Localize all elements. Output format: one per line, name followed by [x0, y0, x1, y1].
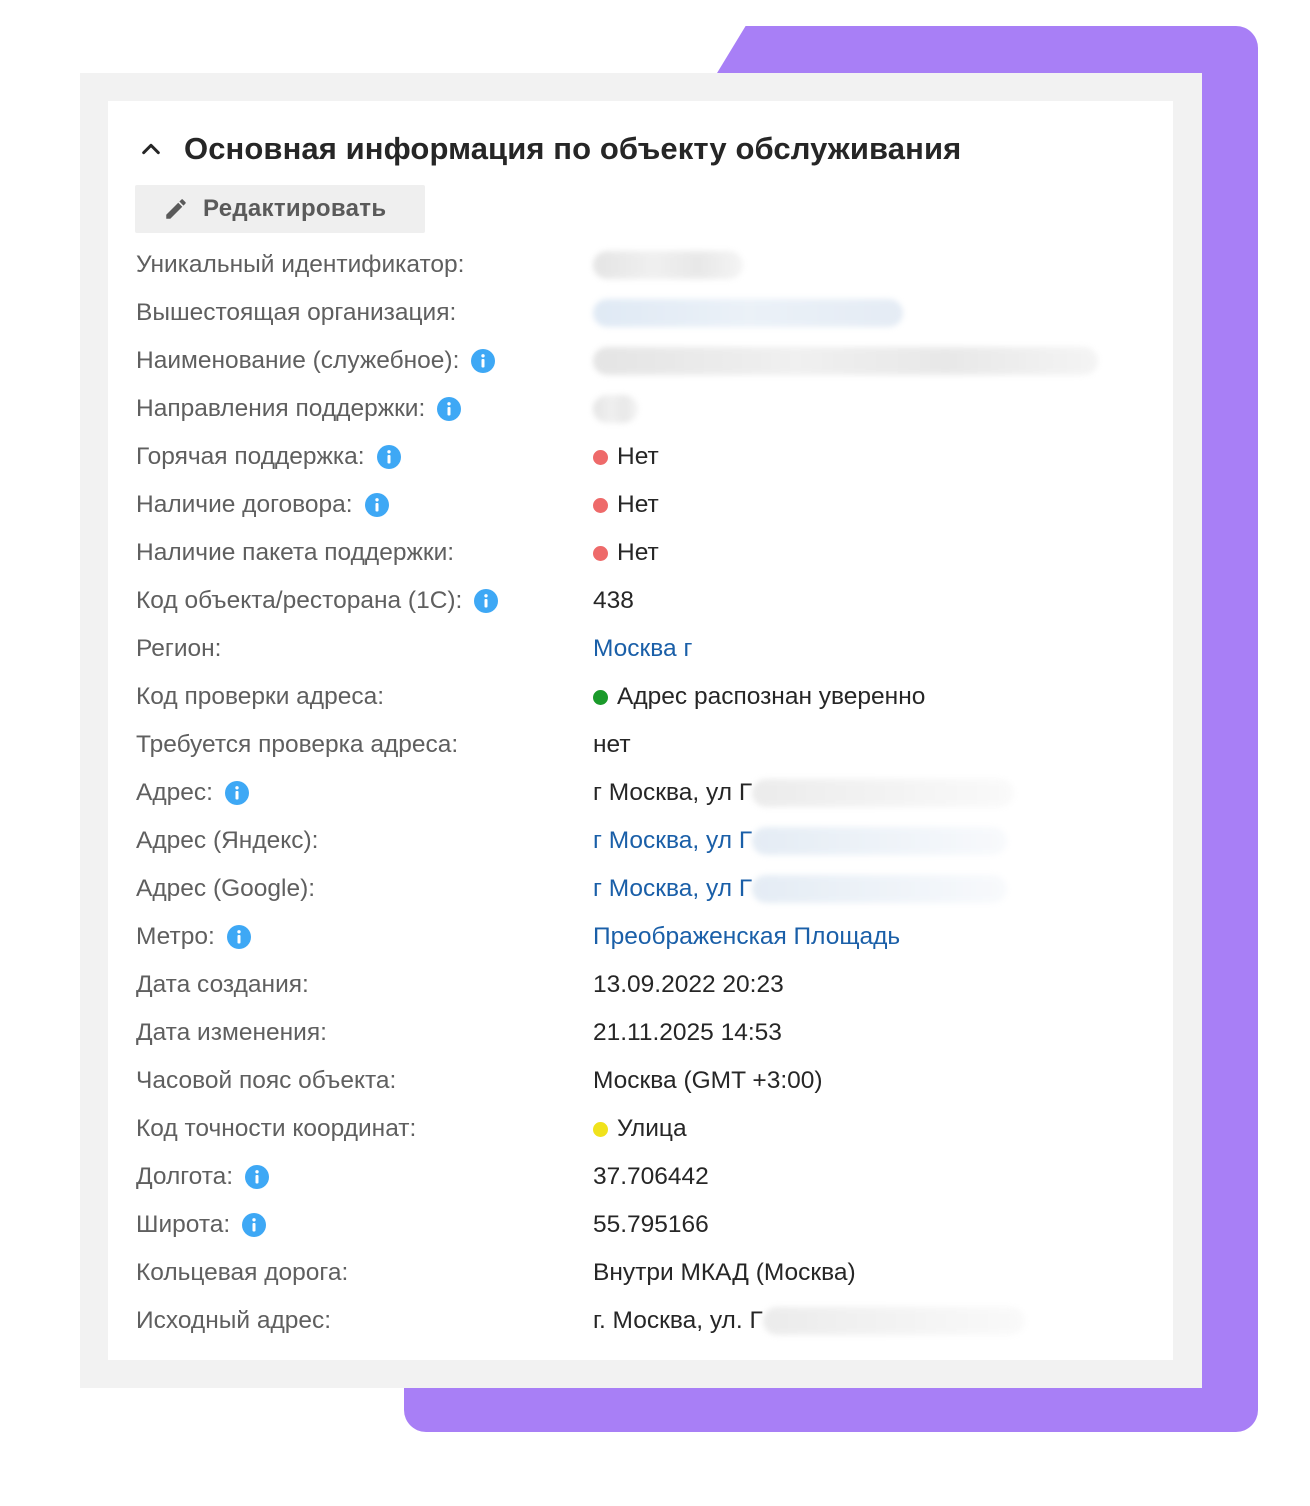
field-label: Код проверки адреса:	[136, 683, 385, 710]
field-label: Код точности координат:	[136, 1115, 417, 1142]
address-google-link[interactable]: г Москва, ул Г	[593, 875, 1008, 903]
field-row-contract: Наличие договора: Нет	[136, 481, 1136, 529]
field-row-region: Регион: Москва г	[136, 625, 1136, 673]
field-label: Широта:	[136, 1211, 267, 1239]
field-label: Наличие пакета поддержки:	[136, 539, 455, 566]
field-value: 55.795166	[593, 1211, 709, 1238]
status-dot-yellow	[593, 1121, 608, 1137]
field-value: Нет	[593, 539, 659, 567]
edit-button[interactable]: Редактировать	[135, 185, 425, 233]
field-value: Улица	[593, 1115, 687, 1143]
pencil-icon	[166, 199, 186, 219]
field-label: Адрес (Google):	[136, 875, 316, 902]
field-row-uid: Уникальный идентификатор:	[136, 241, 1136, 289]
status-dot-red	[593, 545, 608, 561]
info-icon[interactable]	[471, 349, 496, 373]
field-row-address: Адрес: г Москва, ул Г	[136, 769, 1136, 817]
info-icon[interactable]	[376, 445, 401, 469]
field-label: Дата изменения:	[136, 1019, 327, 1046]
section-title: Основная информация по объекту обслужива…	[184, 131, 962, 166]
field-row-address-google: Адрес (Google): г Москва, ул Г	[136, 865, 1136, 913]
address-yandex-link[interactable]: г Москва, ул Г	[593, 827, 1008, 855]
field-label: Долгота:	[136, 1163, 270, 1191]
status-dot-red	[593, 449, 608, 465]
region-link[interactable]: Москва г	[593, 635, 692, 663]
field-value: 438	[593, 587, 634, 614]
field-value: Нет	[593, 443, 659, 471]
parent-org-link[interactable]	[593, 299, 903, 327]
field-value: 37.706442	[593, 1163, 709, 1190]
field-label: Код объекта/ресторана (1С):	[136, 587, 499, 615]
field-label: Исходный адрес:	[136, 1307, 332, 1334]
field-value: 13.09.2022 20:23	[593, 971, 784, 998]
field-row-modified: Дата изменения: 21.11.2025 14:53	[136, 1009, 1136, 1057]
field-value: Внутри МКАД (Москва)	[593, 1259, 856, 1286]
field-row-latitude: Широта: 55.795166	[136, 1201, 1136, 1249]
field-label: Часовой пояс объекта:	[136, 1067, 397, 1094]
field-row-longitude: Долгота: 37.706442	[136, 1153, 1136, 1201]
field-label: Требуется проверка адреса:	[136, 731, 459, 758]
field-value: г. Москва, ул. Г	[593, 1307, 1025, 1335]
field-row-parent-org: Вышестоящая организация:	[136, 289, 1136, 337]
field-row-precision: Код точности координат: Улица	[136, 1105, 1136, 1153]
field-label: Вышестоящая организация:	[136, 299, 457, 326]
status-dot-red	[593, 497, 608, 513]
info-icon[interactable]	[245, 1165, 270, 1189]
status-dot-green	[593, 689, 608, 705]
field-value-redacted	[593, 347, 1098, 375]
field-row-package: Наличие пакета поддержки: Нет	[136, 529, 1136, 577]
field-label: Регион:	[136, 635, 222, 662]
field-label: Уникальный идентификатор:	[136, 251, 465, 278]
field-label: Адрес:	[136, 779, 249, 807]
field-value-redacted	[593, 251, 743, 279]
field-row-address-yandex: Адрес (Яндекс): г Москва, ул Г	[136, 817, 1136, 865]
field-label: Направления поддержки:	[136, 395, 462, 423]
info-icon[interactable]	[364, 493, 389, 517]
info-icon[interactable]	[242, 1213, 267, 1237]
field-label: Кольцевая дорога:	[136, 1259, 349, 1286]
field-row-metro: Метро: Преображенская Площадь	[136, 913, 1136, 961]
field-label: Наличие договора:	[136, 491, 389, 519]
field-value: нет	[593, 731, 631, 758]
field-row-hot-support: Горячая поддержка: Нет	[136, 433, 1136, 481]
field-row-name: Наименование (служебное):	[136, 337, 1136, 385]
field-row-directions: Направления поддержки:	[136, 385, 1136, 433]
section-header: Основная информация по объекту обслужива…	[136, 124, 961, 174]
field-row-created: Дата создания: 13.09.2022 20:23	[136, 961, 1136, 1009]
field-label: Горячая поддержка:	[136, 443, 401, 471]
info-icon[interactable]	[474, 589, 499, 613]
info-icon[interactable]	[437, 397, 462, 421]
edit-button-label: Редактировать	[203, 195, 387, 222]
field-list: Уникальный идентификатор: Вышестоящая ор…	[136, 241, 1136, 1345]
field-row-code: Код объекта/ресторана (1С): 438	[136, 577, 1136, 625]
metro-link[interactable]: Преображенская Площадь	[593, 923, 900, 951]
field-label: Метро:	[136, 923, 251, 951]
field-label: Дата создания:	[136, 971, 309, 998]
info-icon[interactable]	[226, 925, 251, 949]
field-value: Нет	[593, 491, 659, 519]
field-value: г Москва, ул Г	[593, 779, 1015, 807]
field-row-address-check: Код проверки адреса: Адрес распознан уве…	[136, 673, 1136, 721]
field-label: Адрес (Яндекс):	[136, 827, 319, 854]
field-row-source-address: Исходный адрес: г. Москва, ул. Г	[136, 1297, 1136, 1345]
field-row-ring-road: Кольцевая дорога: Внутри МКАД (Москва)	[136, 1249, 1136, 1297]
field-row-needs-check: Требуется проверка адреса: нет	[136, 721, 1136, 769]
info-icon[interactable]	[224, 781, 249, 805]
field-value: 21.11.2025 14:53	[593, 1019, 782, 1046]
field-value: Москва (GMT +3:00)	[593, 1067, 823, 1094]
field-value: Адрес распознан уверенно	[593, 683, 925, 711]
field-label: Наименование (служебное):	[136, 347, 496, 375]
chevron-up-icon[interactable]	[136, 134, 166, 164]
field-value-redacted	[593, 395, 638, 423]
field-row-timezone: Часовой пояс объекта: Москва (GMT +3:00)	[136, 1057, 1136, 1105]
